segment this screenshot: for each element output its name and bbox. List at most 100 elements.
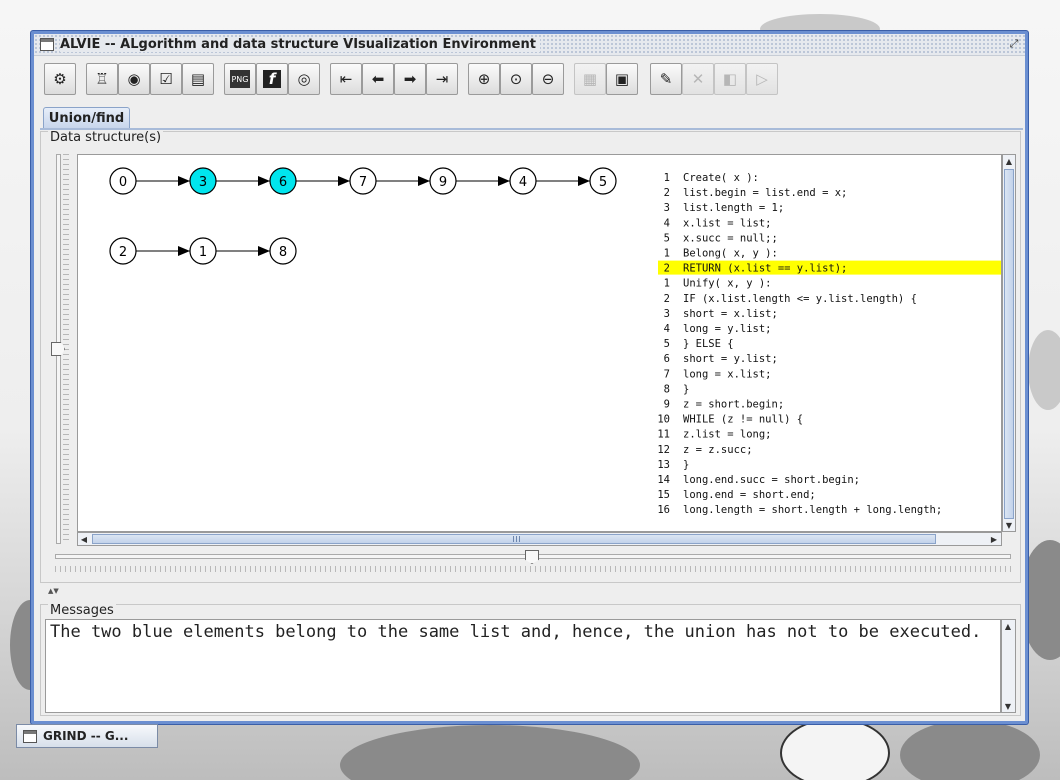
code-line-number: 2 [664,187,670,199]
tab-bar: Union/find [40,107,1023,130]
code-line-text: } ELSE { [683,338,734,350]
scroll-up-icon[interactable]: ▲ [1002,620,1014,632]
horizontal-scrollbar[interactable]: ◀ ▶ [77,532,1002,546]
data-structures-area: 0 3 6 7 9 4 5 2 1 8 1 Create( x ): 2 list.begin = li… [45,146,1016,580]
zoom-reset-button[interactable]: ⊙ [500,63,532,95]
code-line-text: long.end.succ = short.begin; [683,474,860,486]
view-button[interactable]: ◉ [118,63,150,95]
code-line-number: 7 [664,368,670,380]
toolbar: ⚙ ♖ ◉ ☑ ▤ PNG f ◎ ⇤ ⬅ ➡ ⇥ ⊕ ⊙ ⊖ ▦ ▣ ✎ ✕ … [40,62,1020,98]
code-line-number: 2 [664,263,670,275]
zoom-in-icon: ⊕ [477,70,491,88]
vertical-scroll-thumb[interactable] [1004,169,1014,519]
scroll-right-icon[interactable]: ▶ [988,533,1000,545]
previous-step-button[interactable]: ⬅ [362,63,394,95]
checklist-button[interactable]: ☑ [150,63,182,95]
code-line-text: long.length = short.length + long.length… [683,504,942,516]
code-line-text: short = x.list; [683,308,778,320]
scroll-down-icon[interactable]: ▼ [1003,519,1015,531]
scroll-left-icon[interactable]: ◀ [78,533,90,545]
code-line-number: 9 [664,399,670,411]
background-art [1028,330,1060,410]
code-line-text: WHILE (z != null) { [683,414,803,426]
scroll-up-icon[interactable]: ▲ [1003,155,1015,167]
window-title: ALVIE -- ALgorithm and data structure VI… [60,37,540,52]
zoom-out-button[interactable]: ⊖ [532,63,564,95]
list-node-label: 7 [359,175,367,190]
settings-icon: ⚙ [53,70,67,88]
step-slider[interactable] [55,548,1011,574]
code-line-number: 4 [664,323,670,335]
toolbar-group-file: ♖ ◉ ☑ ▤ [86,62,214,96]
prev-icon: ◧ [722,70,738,88]
tab-union-find[interactable]: Union/find [43,107,130,128]
code-line-text: long = x.list; [683,368,772,380]
next-button[interactable]: ▷ [746,63,778,95]
code-line-text: Create( x ): [683,172,759,184]
tab-underline [40,128,1023,130]
messages-panel: Messages The two blue elements belong to… [40,603,1021,716]
close-icon: ✕ [691,70,705,88]
toolbar-group-settings: ⚙ [44,62,76,96]
scroll-down-icon[interactable]: ▼ [1002,700,1014,712]
close-button[interactable]: ✕ [682,63,714,95]
vertical-zoom-slider[interactable] [49,154,69,544]
background-art [340,725,640,780]
toolbar-group-export: PNG f ◎ [224,62,320,96]
first-step-button[interactable]: ⇤ [330,63,362,95]
data-structures-label: Data structure(s) [48,130,164,145]
next-step-button[interactable]: ➡ [394,63,426,95]
edit-button[interactable]: ✎ [650,63,682,95]
code-line-text: x.list = list; [683,217,772,229]
open-algorithm-button[interactable]: ♖ [86,63,118,95]
message-scrollbar[interactable]: ▲ ▼ [1001,619,1016,713]
code-line-number: 16 [657,504,670,516]
split-pane-handle[interactable]: ▲▼ [48,587,59,595]
code-line-number: 1 [664,248,670,260]
list-node-label: 1 [199,245,207,260]
prev-button[interactable]: ◧ [714,63,746,95]
toolbar-group-navigation: ⇤ ⬅ ➡ ⇥ [330,62,458,96]
code-line-number: 13 [657,459,670,471]
settings-button[interactable]: ⚙ [44,63,76,95]
main-window: ALVIE -- ALgorithm and data structure VI… [31,31,1028,724]
open-algorithm-icon: ♖ [95,70,109,88]
code-line-number: 3 [664,202,670,214]
previous-step-icon: ⬅ [371,70,385,88]
list-node-label: 8 [279,245,287,260]
title-bar[interactable]: ALVIE -- ALgorithm and data structure VI… [34,34,1025,56]
step-slider-thumb[interactable] [525,550,539,564]
code-line-text: Unify( x, y ): [683,278,772,290]
taskbar-item-grind[interactable]: GRIND -- G... [16,724,158,748]
last-step-button[interactable]: ⇥ [426,63,458,95]
code-line-text: long.end = short.end; [683,489,816,501]
code-line-text: IF (x.list.length <= y.list.length) { [683,293,917,305]
background-art [900,720,1040,780]
flash-export-icon: f [263,70,281,88]
zoom-in-button[interactable]: ⊕ [468,63,500,95]
messages-label: Messages [48,603,116,618]
window-icon [23,729,37,743]
list-node-label: 6 [279,175,287,190]
flash-export-button[interactable]: f [256,63,288,95]
edit-icon: ✎ [659,70,673,88]
next-icon: ▷ [756,70,768,88]
disabled-icon: ▦ [582,70,598,88]
movie-export-button[interactable]: ◎ [288,63,320,95]
code-line-number: 1 [664,172,670,184]
code-line-number: 14 [657,474,670,486]
horizontal-scroll-thumb[interactable] [92,534,936,544]
first-step-icon: ⇤ [339,70,353,88]
record-button[interactable]: ▣ [606,63,638,95]
png-export-button[interactable]: PNG [224,63,256,95]
code-line-number: 15 [657,489,670,501]
document-button[interactable]: ▤ [182,63,214,95]
vertical-scrollbar[interactable]: ▲ ▼ [1002,154,1016,532]
taskbar-item-label: GRIND -- G... [43,729,129,743]
window-icon [40,38,54,51]
disabled-button[interactable]: ▦ [574,63,606,95]
code-line-text: RETURN (x.list == y.list); [683,263,847,275]
data-structures-panel: Data structure(s) 0 3 6 7 9 4 5 2 1 8 1 Create( x )… [40,130,1021,583]
list-node-label: 3 [199,175,207,190]
maximize-icon[interactable]: ⤢ [1007,37,1021,51]
